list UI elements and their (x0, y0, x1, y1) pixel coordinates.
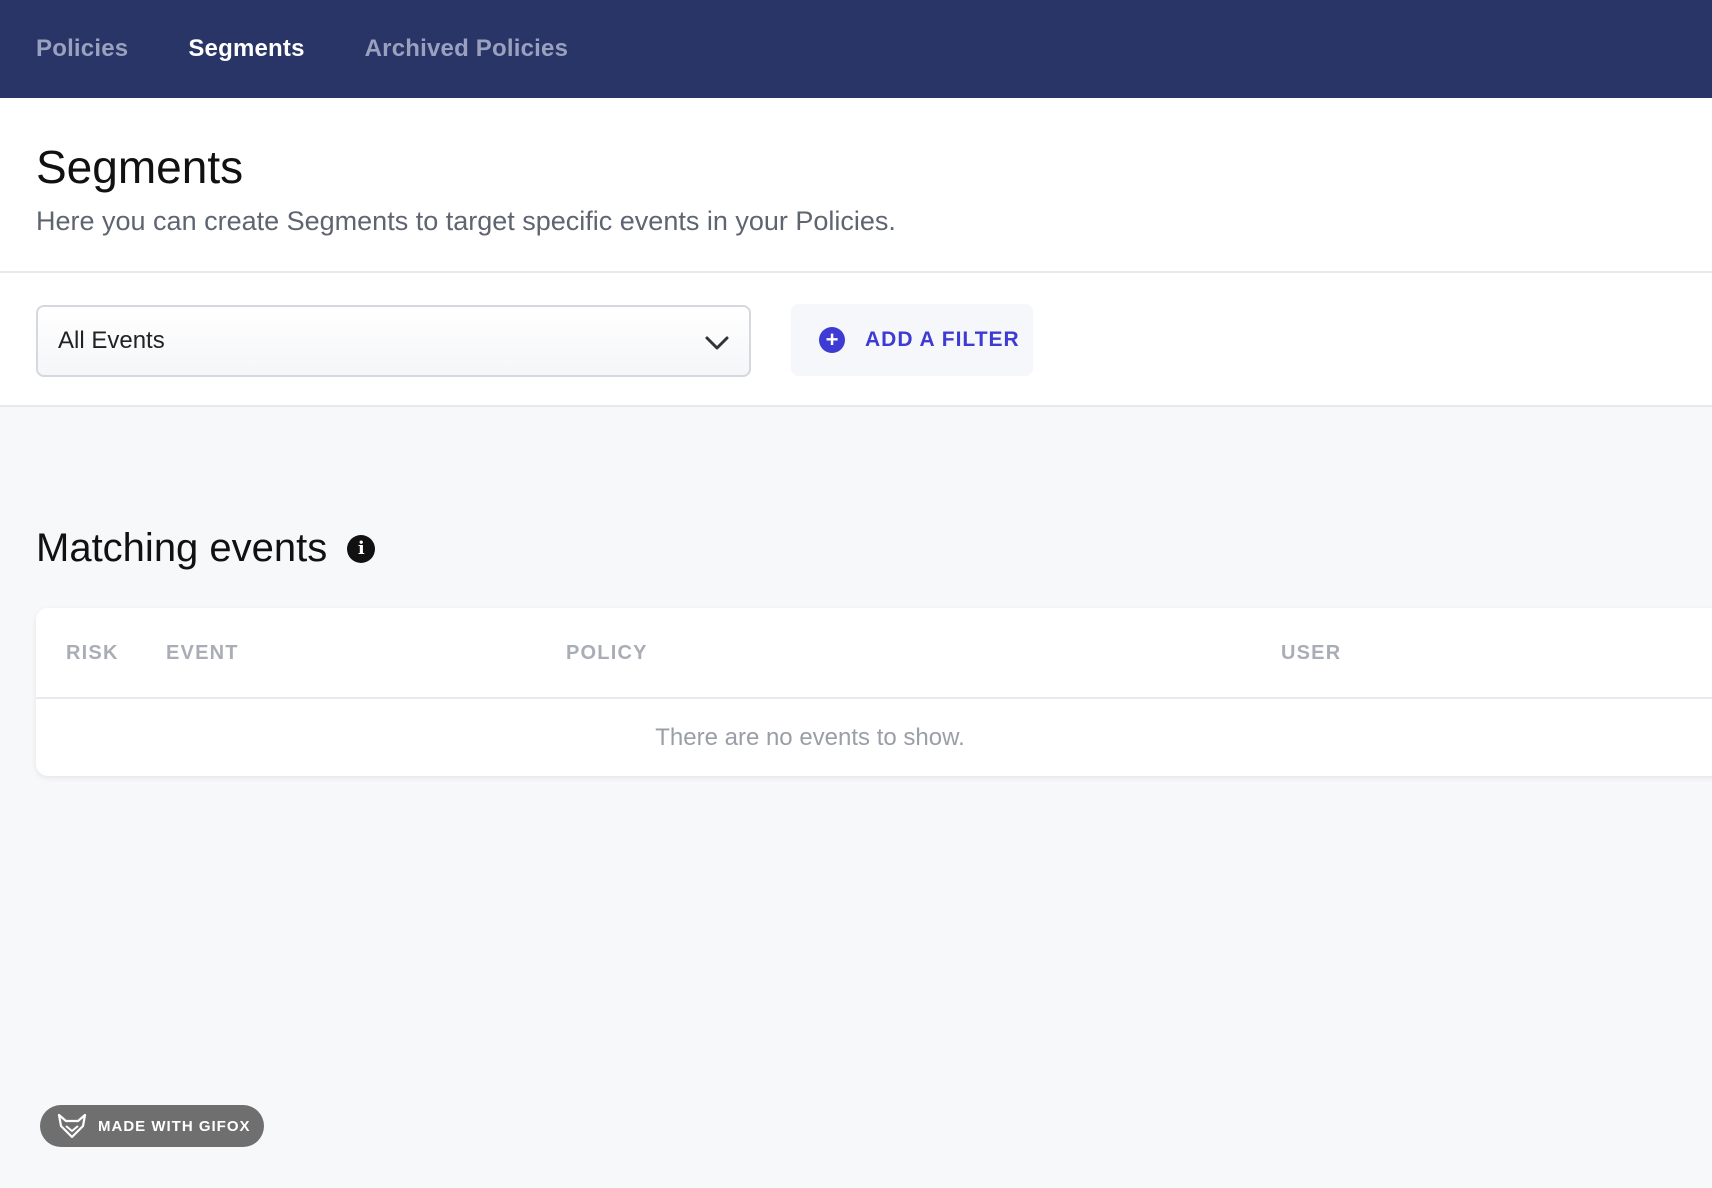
chevron-down-icon (705, 336, 729, 350)
tab-policies[interactable]: Policies (36, 35, 128, 63)
column-header-user[interactable]: USER (1281, 642, 1341, 665)
empty-state-message: There are no events to show. (655, 724, 965, 751)
gifox-badge-label: MADE WITH GIFOX (98, 1117, 251, 1135)
matching-events-title: Matching events (36, 526, 328, 570)
matching-events-heading: Matching events i (36, 526, 376, 571)
gifox-badge: MADE WITH GIFOX (40, 1105, 264, 1147)
info-icon[interactable]: i (347, 534, 376, 563)
fox-icon (57, 1113, 87, 1139)
tab-segments[interactable]: Segments (188, 35, 304, 63)
top-navigation: Policies Segments Archived Policies (0, 0, 1712, 98)
column-header-risk[interactable]: RISK (66, 642, 119, 665)
page-subtitle: Here you can create Segments to target s… (36, 206, 896, 236)
event-select-value: All Events (58, 327, 165, 354)
tab-archived-policies[interactable]: Archived Policies (365, 35, 569, 63)
table-header: RISK EVENT POLICY USER (36, 608, 1712, 699)
column-header-policy[interactable]: POLICY (566, 642, 648, 665)
events-table: RISK EVENT POLICY USER There are no even… (36, 608, 1712, 776)
filter-bar: All Events + ADD A FILTER (0, 273, 1712, 407)
plus-circle-icon: + (819, 327, 845, 353)
page-title: Segments (36, 141, 244, 193)
add-filter-label: ADD A FILTER (865, 328, 1020, 351)
column-header-event[interactable]: EVENT (166, 642, 239, 665)
page-header: Segments Here you can create Segments to… (0, 98, 1712, 273)
event-select[interactable]: All Events (36, 305, 751, 377)
add-filter-button[interactable]: + ADD A FILTER (791, 304, 1033, 376)
